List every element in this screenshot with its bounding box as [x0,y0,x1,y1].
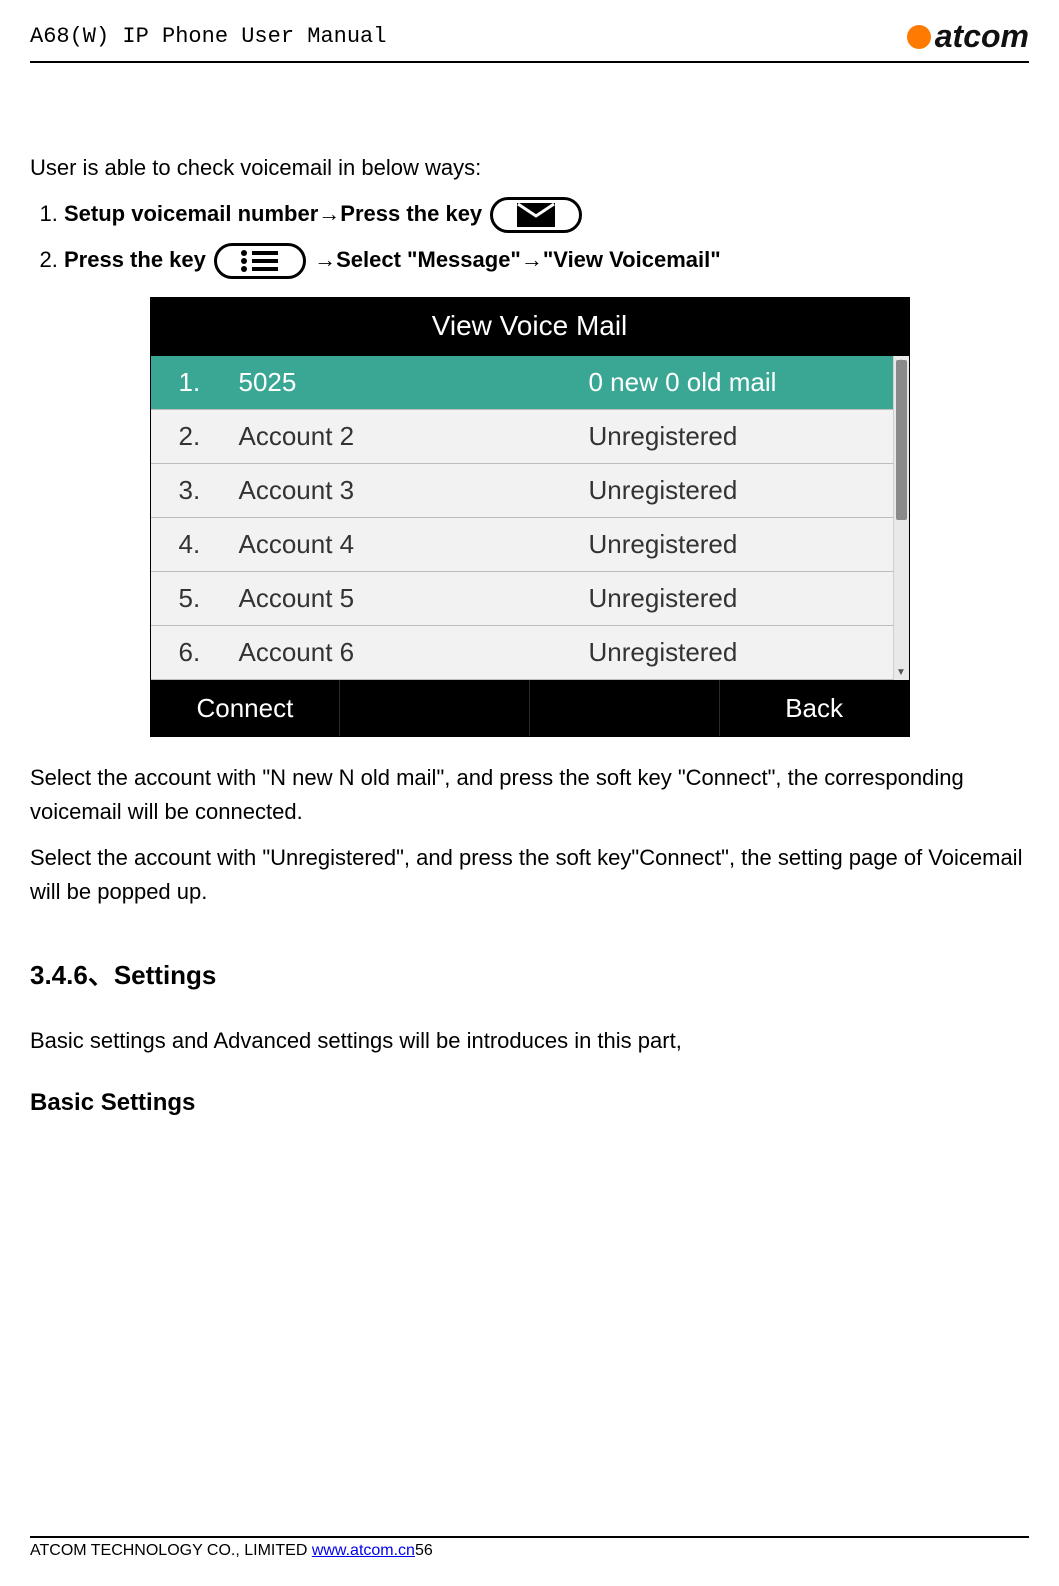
footer-rule [30,1536,1029,1538]
brand-logo: atcom [907,18,1029,55]
page-number: 56 [415,1542,433,1559]
doc-title: A68(W) IP Phone User Manual [30,24,386,49]
explain-unregistered: Select the account with "Unregistered", … [30,841,1029,909]
account-list: 1. 5025 0 new 0 old mail 2. Account 2 Un… [151,356,909,680]
step-2-text-b: →Select "Message"→"View Voicemail" [314,247,721,272]
row-index: 5. [179,578,239,618]
settings-intro: Basic settings and Advanced settings wil… [30,1024,1029,1058]
list-item[interactable]: 2. Account 2 Unregistered [151,410,909,464]
row-index: 1. [179,362,239,402]
list-item[interactable]: 3. Account 3 Unregistered [151,464,909,518]
row-name: Account 3 [239,470,589,510]
step-1-text: Setup voicemail number→Press the key [64,201,482,226]
row-name: 5025 [239,362,589,402]
settings-heading: 3.4.6、Settings [30,955,1029,995]
row-name: Account 4 [239,524,589,564]
page-header: A68(W) IP Phone User Manual atcom [30,0,1029,55]
row-index: 4. [179,524,239,564]
list-item[interactable]: 6. Account 6 Unregistered [151,626,909,680]
page-footer: ATCOM TECHNOLOGY CO., LIMITED www.atcom.… [30,1536,1029,1560]
step-1: Setup voicemail number→Press the key [64,197,1029,233]
brand-text: atcom [935,18,1029,55]
explain-connected: Select the account with "N new N old mai… [30,761,1029,829]
softkey-connect[interactable]: Connect [151,680,341,736]
step-2: Press the key →Select "Message"→"View Vo… [64,243,1029,279]
list-scrollbar[interactable]: ▲ ▼ [893,356,909,680]
row-name: Account 2 [239,416,589,456]
step-2-text-a: Press the key [64,247,206,272]
row-status: Unregistered [589,632,889,672]
row-name: Account 6 [239,632,589,672]
softkey-back[interactable]: Back [720,680,909,736]
basic-settings-heading: Basic Settings [30,1084,1029,1121]
row-status: Unregistered [589,524,889,564]
footer-link[interactable]: www.atcom.cn [312,1542,415,1559]
row-index: 6. [179,632,239,672]
screen-title: View Voice Mail [151,298,909,355]
row-index: 2. [179,416,239,456]
scroll-thumb[interactable] [896,360,907,520]
menu-key-icon [214,243,306,279]
brand-dot-icon [907,25,931,49]
row-name: Account 5 [239,578,589,618]
softkey-bar: Connect Back [151,680,909,736]
intro-text: User is able to check voicemail in below… [30,151,1029,185]
row-index: 3. [179,470,239,510]
list-item[interactable]: 5. Account 5 Unregistered [151,572,909,626]
row-status: Unregistered [589,578,889,618]
page-content: User is able to check voicemail in below… [30,63,1029,1121]
softkey-2[interactable] [340,680,530,736]
list-item[interactable]: 1. 5025 0 new 0 old mail [151,356,909,410]
phone-screenshot: View Voice Mail 1. 5025 0 new 0 old mail… [150,297,910,736]
footer-company: ATCOM TECHNOLOGY CO., LIMITED [30,1542,312,1559]
mail-key-icon [490,197,582,233]
softkey-3[interactable] [530,680,720,736]
row-status: 0 new 0 old mail [589,362,889,402]
scroll-down-icon[interactable]: ▼ [894,666,909,680]
list-item[interactable]: 4. Account 4 Unregistered [151,518,909,572]
steps-list: Setup voicemail number→Press the key Pre… [30,197,1029,279]
row-status: Unregistered [589,470,889,510]
row-status: Unregistered [589,416,889,456]
